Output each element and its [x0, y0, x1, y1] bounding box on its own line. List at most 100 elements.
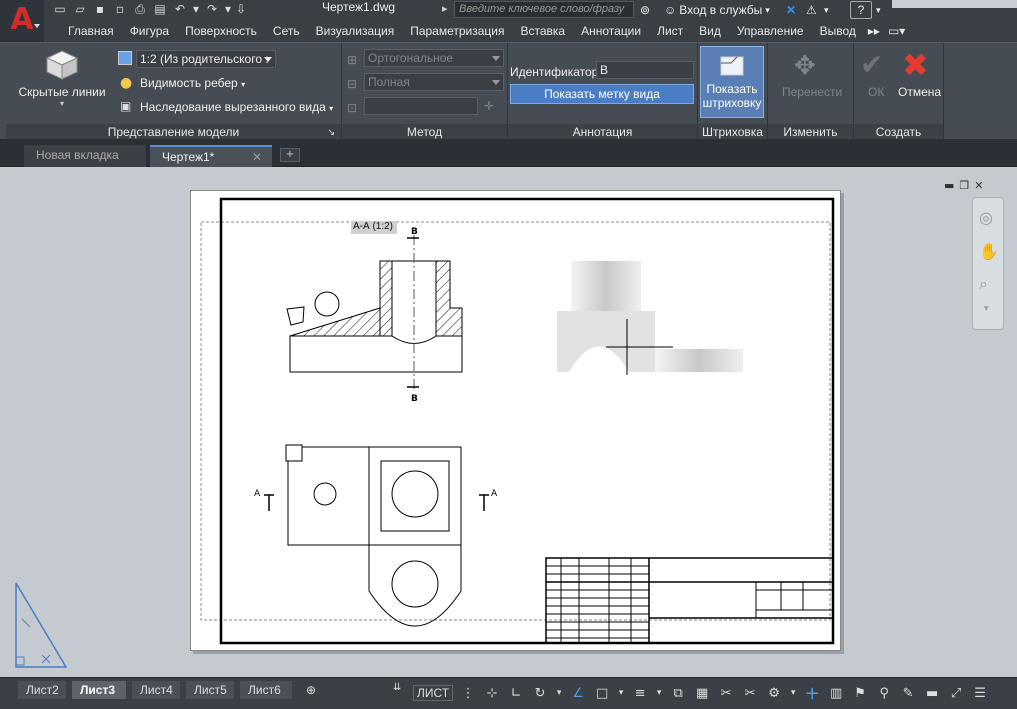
cancel-button[interactable]: Отмена	[898, 85, 941, 99]
open-file-icon[interactable]: ▱	[72, 1, 88, 17]
show-hatch-button[interactable]: Показать штриховку	[700, 46, 764, 118]
help-dropdown-icon[interactable]: ▾	[876, 1, 881, 19]
ortho-icon[interactable]: ∟	[507, 684, 525, 702]
application-menu-button[interactable]: A	[0, 0, 44, 40]
tab-solid[interactable]: Фигура	[122, 20, 177, 42]
customize-qat-icon[interactable]: ⇩	[236, 1, 246, 17]
search-expand-icon[interactable]: ▸	[442, 2, 452, 18]
grid-icon[interactable]: ⋮	[459, 684, 477, 702]
drawing-area[interactable]: ▬ ❐ ✕ ◎ ✋ ⌕ ▾ А-А (1:2) В В А А	[0, 167, 1017, 677]
navbar-dropdown-icon[interactable]: ▾	[984, 304, 989, 314]
status-overflow-icon[interactable]: ⇊	[393, 682, 401, 693]
section-view-label[interactable]: А-А (1:2)	[353, 221, 393, 232]
close-drawing-icon[interactable]: ✕	[974, 179, 983, 192]
pan-hand-icon[interactable]: ✋	[979, 242, 999, 261]
scale-icon	[118, 51, 132, 65]
layout-tab-6[interactable]: Лист6	[240, 681, 292, 699]
edge-visibility-label: Видимость ребер	[140, 76, 238, 90]
print-icon[interactable]: ⎙	[132, 1, 148, 17]
customization-menu-icon[interactable]: ☰	[971, 684, 989, 702]
publish-icon[interactable]: ▤	[152, 1, 168, 17]
lineweight-icon[interactable]: ≡	[631, 684, 649, 702]
save-icon[interactable]: ▪	[92, 1, 108, 17]
undo-icon[interactable]: ↶	[172, 1, 188, 17]
tab-parametric[interactable]: Параметризация	[402, 20, 512, 42]
identifier-input[interactable]: В	[596, 61, 694, 79]
object-snap-icon[interactable]: □	[593, 684, 611, 702]
tab-home[interactable]: Главная	[60, 20, 122, 42]
annotation-monitor-icon[interactable]: ▦	[693, 684, 711, 702]
annotation-visibility-icon[interactable]: ✂	[741, 684, 759, 702]
paper-space-toggle[interactable]: ЛИСТ	[413, 685, 454, 701]
move-icon: ✥	[794, 51, 816, 81]
osnap-dropdown-icon[interactable]: ▾	[617, 684, 625, 702]
isodraft-icon[interactable]: ∠	[569, 684, 587, 702]
scale-dropdown[interactable]: 1:2 (Из родительского :	[136, 50, 276, 68]
workspace-dropdown-icon[interactable]: ▾	[789, 684, 797, 702]
cancel-x-icon[interactable]: ✖	[902, 49, 929, 81]
drawing-canvas	[200, 197, 835, 645]
layout-tab-2[interactable]: Лист2	[18, 681, 66, 699]
annotation-scale-icon[interactable]: ✂	[717, 684, 735, 702]
workspace-gear-icon[interactable]: ⚙	[765, 684, 783, 702]
save-as-icon[interactable]: ▫	[112, 1, 128, 17]
exchange-icon[interactable]: ✕	[786, 1, 796, 19]
redo-icon[interactable]: ↷	[204, 1, 220, 17]
more-tabs-icon[interactable]: ▸▸	[864, 20, 884, 42]
hidden-lines-button[interactable]: Скрытые линии ▾	[16, 49, 108, 113]
search-input[interactable]: Введите ключевое слово/фразу	[454, 1, 634, 18]
distance-icon: ⊡	[347, 101, 358, 115]
tab-layout[interactable]: Лист	[649, 20, 691, 42]
ribbon-minimize-icon[interactable]: ▭▾	[884, 20, 909, 42]
hardware-acceleration-icon[interactable]: ▬	[923, 684, 941, 702]
steering-wheel-icon[interactable]: ◎	[979, 208, 993, 227]
tab-new[interactable]: Новая вкладка	[24, 145, 146, 167]
layout-tab-4[interactable]: Лист4	[132, 681, 180, 699]
tab-mesh[interactable]: Сеть	[265, 20, 308, 42]
tab-manage[interactable]: Управление	[729, 20, 812, 42]
a360-dropdown-icon[interactable]: ▾	[824, 1, 829, 19]
undo-dropdown-icon[interactable]: ▾	[192, 1, 200, 17]
binoculars-icon[interactable]: ⊚	[640, 1, 650, 19]
polar-tracking-icon[interactable]: ↻	[531, 684, 549, 702]
tab-drawing1[interactable]: Чертеж1* ✕	[150, 145, 272, 167]
minimize-icon[interactable]: ▬	[944, 179, 954, 192]
document-title: Чертеж1.dwg	[322, 0, 396, 14]
snap-icon[interactable]: ⊹	[483, 684, 501, 702]
redo-dropdown-icon[interactable]: ▾	[224, 1, 232, 17]
show-view-label-button[interactable]: Показать метку вида	[510, 84, 694, 104]
tab-annotate[interactable]: Аннотации	[573, 20, 649, 42]
annotation-monitor-plus-icon[interactable]: +	[803, 683, 821, 704]
tab-insert[interactable]: Вставка	[513, 20, 574, 42]
panel-annotation: Идентификатор В Показать метку вида Анно…	[508, 43, 698, 140]
lock-ui-icon[interactable]: ⚲	[875, 684, 893, 702]
restore-icon[interactable]: ❐	[959, 179, 969, 192]
tab-view[interactable]: Вид	[691, 20, 729, 42]
tab-visualize[interactable]: Визуализация	[308, 20, 403, 42]
zoom-extents-icon[interactable]: ⌕	[979, 274, 988, 294]
viewport-controls: ▬ ❐ ✕	[944, 179, 984, 192]
units-icon[interactable]: ▥	[827, 684, 845, 702]
tab-output[interactable]: Вывод	[812, 20, 864, 42]
clean-screen-icon[interactable]: ⤢	[947, 684, 965, 702]
isolate-objects-icon[interactable]: ✎	[899, 684, 917, 702]
edge-visibility-button[interactable]: Видимость ребер ▾	[140, 76, 245, 90]
projection-dropdown: Ортогональное	[364, 49, 504, 67]
selection-cycling-icon[interactable]: ⧉	[669, 684, 687, 702]
tab-surface[interactable]: Поверхность	[177, 20, 265, 42]
window-controls[interactable]	[892, 0, 1017, 8]
add-layout-icon[interactable]: ⊕	[298, 681, 322, 699]
autodesk-a360-icon[interactable]: ⚠	[806, 1, 817, 19]
layout-tab-5[interactable]: Лист5	[186, 681, 234, 699]
add-tab-icon[interactable]: +	[280, 148, 300, 162]
layout-tab-3[interactable]: Лист3	[72, 681, 126, 699]
signin-button[interactable]: ☺ Вход в службы ▾	[664, 1, 770, 19]
help-icon[interactable]: ?	[850, 1, 872, 19]
cut-inheritance-button[interactable]: Наследование вырезанного вида ▾	[140, 100, 333, 114]
new-file-icon[interactable]: ▭	[52, 1, 68, 17]
quick-properties-icon[interactable]: ⚑	[851, 684, 869, 702]
panel-launcher-icon[interactable]: ↘	[327, 124, 335, 140]
close-tab-icon[interactable]: ✕	[252, 147, 262, 167]
lineweight-dropdown-icon[interactable]: ▾	[655, 684, 663, 702]
polar-dropdown-icon[interactable]: ▾	[555, 684, 563, 702]
